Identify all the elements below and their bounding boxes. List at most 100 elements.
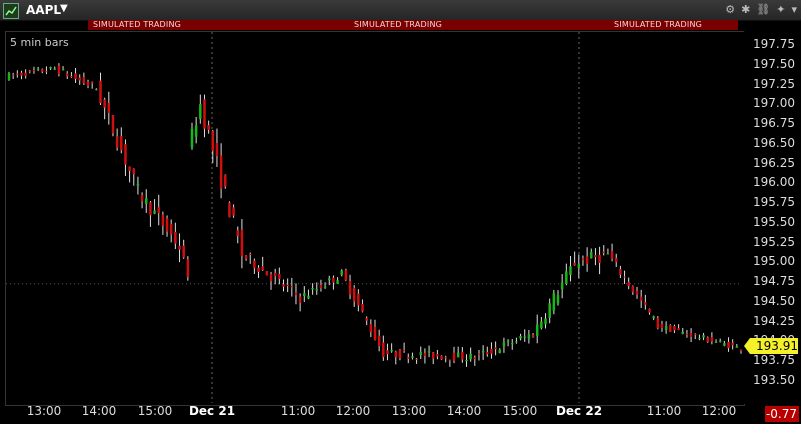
- price-tick-label: 196.50: [753, 135, 795, 150]
- candle-down: [32, 69, 36, 71]
- candle-down: [407, 357, 410, 359]
- candle-up: [465, 360, 468, 362]
- candle-down: [473, 357, 477, 360]
- candle-down: [344, 270, 348, 281]
- candle-down: [614, 258, 618, 263]
- candle-down: [273, 272, 277, 277]
- price-tick-label: 194.50: [753, 293, 795, 308]
- candle-down: [352, 287, 356, 302]
- candle-down: [161, 214, 165, 226]
- time-tick-label: Dec 21: [188, 404, 236, 418]
- candle-down: [369, 324, 373, 333]
- candle-down: [45, 71, 48, 73]
- time-tick-label: 13:00: [391, 404, 427, 418]
- price-tick-label: 196.25: [753, 155, 795, 170]
- candle-down: [731, 342, 734, 346]
- candle-down: [41, 69, 44, 72]
- candle-down: [669, 325, 672, 332]
- candle-up: [552, 293, 556, 311]
- price-tick-label: 196.75: [753, 116, 795, 131]
- candle-up: [556, 295, 560, 304]
- price-tick-label: 197.00: [753, 96, 795, 111]
- candle-down: [373, 326, 377, 340]
- candle-down: [319, 284, 323, 289]
- candle-up: [652, 316, 655, 319]
- price-tick-label: 194.25: [753, 313, 795, 328]
- price-tick-label: 196.00: [753, 175, 795, 190]
- candle-up: [714, 341, 718, 343]
- candle-down: [431, 352, 435, 359]
- candle-up: [340, 270, 343, 275]
- candle-down: [282, 284, 285, 287]
- candle-down: [477, 353, 481, 355]
- candle-down: [120, 136, 123, 151]
- price-change-badge: -0.77: [765, 406, 799, 422]
- candle-down: [494, 347, 497, 350]
- candle-down: [602, 251, 605, 253]
- candle-down: [182, 245, 185, 258]
- candle-up: [511, 343, 514, 345]
- price-tick-label: 194.75: [753, 274, 795, 289]
- candle-down: [656, 318, 660, 329]
- candle-up: [506, 340, 510, 342]
- candle-down: [377, 335, 381, 347]
- candle-down: [436, 354, 439, 357]
- candle-up: [735, 346, 739, 348]
- candle-up: [427, 350, 431, 353]
- candle-up: [145, 198, 148, 204]
- candle-down: [648, 308, 651, 313]
- price-tick-label: 197.50: [753, 56, 795, 71]
- candle-up: [194, 125, 198, 137]
- candle-up: [336, 280, 339, 284]
- candle-down: [224, 174, 227, 187]
- candle-down: [415, 358, 418, 360]
- candle-down: [386, 350, 389, 355]
- time-axis[interactable]: 13:00 14:00 15:00 Dec 21 11:00 12:00 13:00 14:0…: [5, 404, 743, 424]
- candle-up: [419, 352, 422, 356]
- candle-down: [70, 75, 73, 77]
- candle-down: [594, 255, 597, 258]
- candle-down: [348, 280, 352, 295]
- candle-down: [573, 262, 576, 266]
- candle-down: [631, 285, 635, 293]
- candle-up: [303, 293, 306, 297]
- time-tick-label: 12:00: [701, 404, 737, 418]
- candle-up: [95, 89, 98, 91]
- candle-down: [361, 303, 364, 312]
- candle-down: [132, 168, 136, 175]
- candle-down: [710, 337, 714, 342]
- candle-down: [248, 253, 252, 256]
- candle-up: [548, 303, 551, 319]
- candle-down: [619, 269, 622, 275]
- candle-down: [28, 70, 32, 72]
- candle-down: [685, 333, 689, 335]
- candle-down: [232, 207, 235, 216]
- candle-down: [440, 355, 443, 360]
- time-tick-label: 15:00: [502, 404, 538, 418]
- candle-up: [311, 288, 314, 290]
- candle-down: [394, 351, 398, 358]
- candle-down: [452, 352, 456, 361]
- candle-up: [718, 340, 722, 342]
- candle-down: [203, 99, 206, 129]
- candle-up: [527, 334, 531, 339]
- candle-up: [569, 266, 572, 275]
- candle-down: [444, 357, 447, 359]
- candle-down: [627, 282, 630, 286]
- time-tick-label: 15:00: [137, 404, 173, 418]
- candle-up: [523, 336, 526, 338]
- candlestick-plot: [6, 32, 743, 403]
- candle-down: [265, 271, 269, 276]
- time-tick-label: 13:00: [26, 404, 62, 418]
- candle-down: [727, 341, 730, 349]
- candle-up: [498, 349, 502, 354]
- candle-up: [199, 104, 202, 120]
- candle-down: [694, 334, 697, 336]
- price-tick-label: 193.50: [753, 373, 795, 387]
- price-tick-label: 195.00: [753, 254, 795, 269]
- candle-down: [174, 231, 177, 244]
- candle-down: [140, 194, 144, 202]
- candle-down: [211, 131, 215, 151]
- candle-down: [107, 102, 111, 114]
- candle-down: [257, 267, 260, 272]
